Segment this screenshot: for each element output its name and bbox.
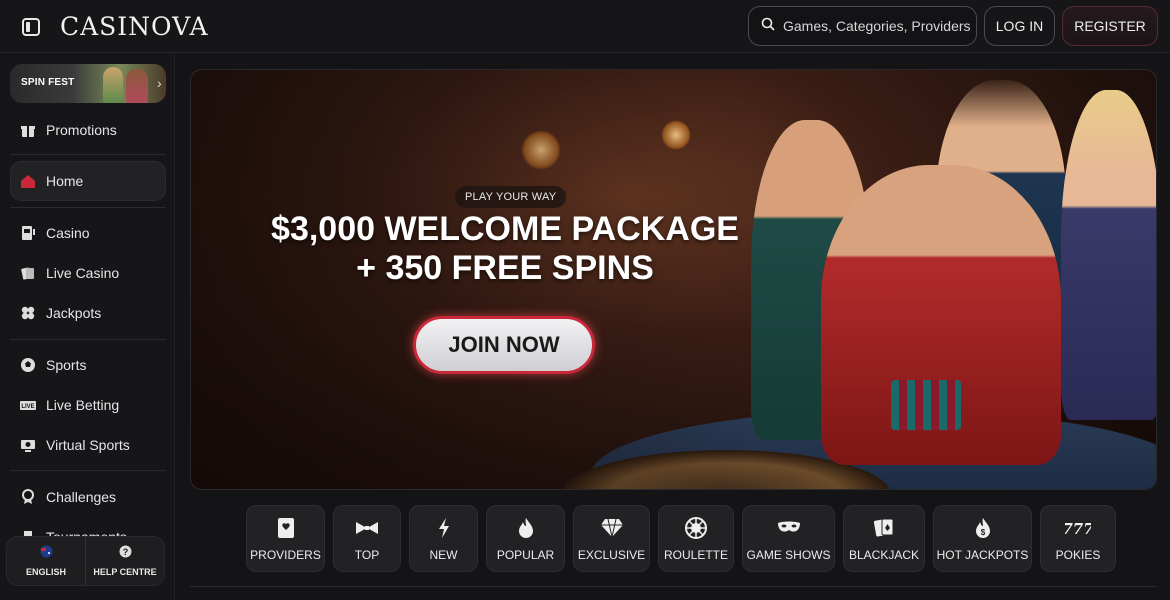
sidebar-item-label: Live Casino [46, 265, 120, 281]
sidebar-footer: ENGLISH ? HELP CENTRE [6, 536, 165, 586]
chips-image [891, 380, 961, 430]
mask-icon [777, 516, 801, 540]
sidebar-item-label: Live Betting [46, 397, 120, 413]
divider [10, 207, 166, 208]
category-label: BLACKJACK [848, 547, 920, 562]
sidebar-item-label: Sports [46, 357, 87, 373]
hero-title-line2: + 350 FREE SPINS [356, 249, 654, 287]
clover-icon [20, 305, 36, 321]
sidebar-item-live-betting[interactable]: LIVE Live Betting [10, 385, 166, 425]
sidebar-item-label: Virtual Sports [46, 437, 130, 453]
hero-woman-blonde-image [1061, 90, 1156, 420]
sidebar-item-jackpots[interactable]: Jackpots [10, 293, 166, 333]
category-label: POKIES [1055, 547, 1101, 562]
search-icon [761, 17, 775, 36]
category-label: POPULAR [496, 547, 555, 562]
hero-tag: PLAY YOUR WAY [455, 186, 567, 208]
category-popular[interactable]: POPULAR [486, 505, 565, 572]
category-exclusive[interactable]: EXCLUSIVE [573, 505, 650, 572]
register-button[interactable]: REGISTER [1062, 6, 1158, 46]
help-icon: ? [119, 545, 132, 563]
roulette-icon [685, 516, 707, 540]
cards-icon [20, 265, 36, 281]
flame-icon [517, 516, 535, 540]
category-label: EXCLUSIVE [577, 547, 646, 562]
lightning-icon [437, 516, 451, 540]
svg-text:777: 777 [1065, 520, 1091, 536]
search-input[interactable] [783, 18, 973, 34]
hero-banner[interactable]: PLAY YOUR WAY $3,000 WELCOME PACKAGE + 3… [190, 69, 1157, 490]
sidebar-item-label: Casino [46, 225, 90, 241]
site-logo[interactable]: CASINOVA [60, 12, 209, 41]
sidebar-item-label: Jackpots [46, 305, 102, 321]
svg-text:?: ? [122, 547, 128, 557]
sidebar-item-virtual-sports[interactable]: Virtual Sports [10, 425, 166, 465]
language-label: ENGLISH [25, 567, 66, 577]
sidebar-item-sports[interactable]: Sports [10, 345, 166, 385]
gift-icon [20, 122, 36, 138]
virtual-sports-icon [20, 437, 36, 453]
category-label: PROVIDERS [250, 547, 321, 562]
category-label: ROULETTE [663, 547, 728, 562]
chevron-right-icon: › [157, 75, 162, 91]
sidebar-item-promotions[interactable]: Promotions [10, 110, 166, 150]
category-roulette[interactable]: ROULETTE [658, 505, 734, 572]
soccer-ball-icon [20, 357, 36, 373]
hero-title: $3,000 WELCOME PACKAGE + 350 FREE SPINS [251, 210, 759, 288]
search-box[interactable] [748, 6, 977, 46]
bowtie-icon [355, 516, 379, 540]
category-label: NEW [429, 547, 458, 562]
category-strip: PROVIDERS TOP NEW POPULAR EXCLUSIVE ROUL… [246, 505, 1124, 572]
live-badge-icon: LIVE [20, 397, 36, 413]
promo-banner-spin-fest[interactable]: SPIN FEST › [10, 64, 166, 103]
playing-cards-icon [873, 516, 895, 540]
promo-banner-image [103, 67, 123, 103]
category-pokies[interactable]: 777 POKIES [1040, 505, 1116, 572]
divider [190, 586, 1157, 587]
diamond-icon [600, 516, 624, 540]
help-label: HELP CENTRE [93, 567, 157, 577]
login-button[interactable]: LOG IN [984, 6, 1055, 46]
svg-text:$: $ [980, 528, 985, 537]
sidebar-item-label: Promotions [46, 122, 117, 138]
sidebar-item-live-casino[interactable]: Live Casino [10, 253, 166, 293]
sidebar-item-label: Challenges [46, 489, 117, 505]
category-game-shows[interactable]: GAME SHOWS [742, 505, 835, 572]
sidebar-item-home[interactable]: Home [10, 161, 166, 201]
home-icon [20, 173, 36, 189]
777-icon: 777 [1065, 516, 1091, 540]
hot-jackpot-icon: $ [973, 516, 993, 540]
svg-text:LIVE: LIVE [21, 404, 34, 410]
australia-flag-icon [40, 545, 53, 563]
category-hot-jackpots[interactable]: $ HOT JACKPOTS [933, 505, 1032, 572]
category-new[interactable]: NEW [409, 505, 478, 572]
divider [10, 339, 166, 340]
sidebar: SPIN FEST › Promotions Home Casino Live … [0, 53, 175, 600]
providers-icon [276, 516, 296, 540]
slot-machine-icon [20, 225, 36, 241]
sidebar-item-label: Home [46, 173, 84, 189]
language-selector[interactable]: ENGLISH [7, 537, 86, 585]
promo-banner-label: SPIN FEST [21, 77, 75, 88]
category-label: HOT JACKPOTS [936, 547, 1029, 562]
divider [10, 154, 166, 155]
category-label: GAME SHOWS [746, 547, 831, 562]
divider [10, 470, 166, 471]
category-providers[interactable]: PROVIDERS [246, 505, 325, 572]
sidebar-item-challenges[interactable]: Challenges [10, 477, 166, 517]
hero-title-line1: $3,000 WELCOME PACKAGE [271, 210, 739, 248]
sidebar-toggle-icon[interactable] [20, 16, 42, 38]
join-now-button[interactable]: JOIN NOW [413, 316, 595, 374]
promo-banner-image-2 [126, 69, 148, 103]
help-centre-link[interactable]: ? HELP CENTRE [86, 537, 164, 585]
category-top[interactable]: TOP [333, 505, 401, 572]
top-bar: CASINOVA LOG IN REGISTER [0, 0, 1170, 53]
sidebar-item-casino[interactable]: Casino [10, 213, 166, 253]
category-blackjack[interactable]: BLACKJACK [843, 505, 925, 572]
category-label: TOP [354, 547, 380, 562]
medal-icon [20, 489, 36, 505]
